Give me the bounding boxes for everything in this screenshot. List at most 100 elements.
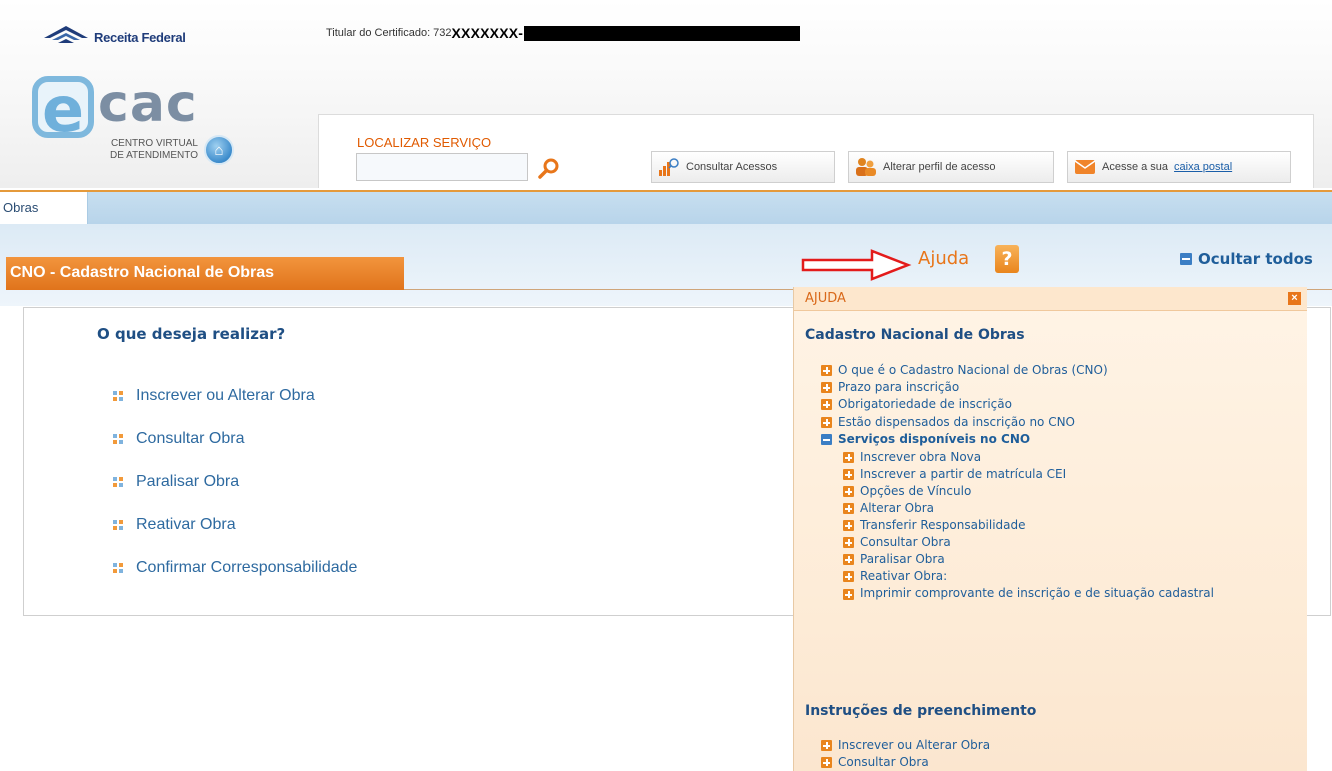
localizar-servico-input[interactable]	[356, 153, 528, 181]
help-subitem[interactable]: Paralisar Obra	[843, 552, 945, 567]
receita-emblem-icon	[44, 26, 88, 43]
plus-icon	[821, 399, 832, 410]
receita-federal-text: Receita Federal	[94, 29, 186, 45]
help-subitem[interactable]: Inscrever obra Nova	[843, 450, 981, 465]
certificate-holder: Titular do Certificado: 732 XXXXXXX-	[326, 25, 801, 41]
help-subitem[interactable]: Consultar Obra	[843, 535, 951, 550]
help-subitem[interactable]: Opções de Vínculo	[843, 484, 971, 499]
help-item[interactable]: Estão dispensados da inscrição no CNO	[821, 415, 1075, 430]
option-inscrever-alterar[interactable]: Inscrever ou Alterar Obra	[113, 387, 315, 405]
plus-icon	[821, 740, 832, 751]
help-item[interactable]: Prazo para inscrição	[821, 380, 959, 395]
plus-icon	[843, 469, 854, 480]
page-title: CNO - Cadastro Nacional de Obras	[6, 257, 404, 290]
home-button[interactable]: ⌂	[204, 135, 234, 165]
consultar-acessos-button[interactable]: Consultar Acessos	[651, 151, 835, 183]
help-section-cadastro: Cadastro Nacional de Obras	[805, 327, 1025, 343]
help-subitem[interactable]: Inscrever a partir de matrícula CEI	[843, 467, 1066, 482]
plus-icon	[821, 382, 832, 393]
option-confirmar-corresponsabilidade[interactable]: Confirmar Corresponsabilidade	[113, 559, 357, 577]
bullet-squares-icon	[113, 562, 124, 574]
help-subitem-label: Consultar Obra	[860, 535, 951, 549]
option-label: Consultar Obra	[136, 430, 245, 447]
help-item[interactable]: Inscrever ou Alterar Obra	[821, 738, 990, 753]
menu-bar: Obras	[0, 190, 1332, 224]
plus-icon	[821, 365, 832, 376]
help-item-label: O que é o Cadastro Nacional de Obras (CN…	[838, 363, 1108, 377]
help-item-label: Inscrever ou Alterar Obra	[838, 738, 991, 752]
help-subitem-label: Inscrever obra Nova	[860, 450, 982, 464]
caixa-postal-link[interactable]: caixa postal	[1174, 161, 1232, 173]
ecac-cac-text: cac	[98, 74, 198, 134]
cert-redaction-bar	[524, 25, 801, 41]
option-label: Paralisar Obra	[136, 473, 240, 490]
option-paralisar[interactable]: Paralisar Obra	[113, 473, 239, 491]
help-title: AJUDA	[805, 291, 846, 306]
ecac-subtitle: CENTRO VIRTUAL DE ATENDIMENTO	[98, 138, 198, 162]
help-item-expanded[interactable]: Serviços disponíveis no CNO	[821, 432, 1030, 447]
plus-icon	[843, 503, 854, 514]
help-subitem-label: Opções de Vínculo	[860, 484, 972, 498]
bullet-squares-icon	[113, 433, 124, 445]
help-panel: AJUDA × Cadastro Nacional de Obras O que…	[793, 287, 1307, 771]
ecac-subtitle-line2: DE ATENDIMENTO	[110, 150, 198, 161]
help-item-label: Obrigatoriedade de inscrição	[838, 397, 1012, 411]
localizar-servico-label: LOCALIZAR SERVIÇO	[357, 135, 492, 150]
plus-icon	[843, 452, 854, 463]
chart-search-icon	[659, 158, 679, 176]
mail-icon	[1074, 160, 1096, 174]
help-subitem[interactable]: Alterar Obra	[843, 501, 934, 516]
cert-mask: XXXXXXX-	[451, 25, 524, 41]
help-item[interactable]: Consultar Obra	[821, 755, 929, 770]
help-subitem-label: Transferir Responsabilidade	[860, 518, 1026, 532]
alterar-perfil-button[interactable]: Alterar perfil de acesso	[848, 151, 1054, 183]
ocultar-todos-label: Ocultar todos	[1198, 250, 1313, 268]
home-icon: ⌂	[214, 141, 224, 159]
plus-icon	[821, 417, 832, 428]
help-subitem[interactable]: Reativar Obra:	[843, 569, 947, 584]
help-subitem[interactable]: Transferir Responsabilidade	[843, 518, 1026, 533]
caixa-postal-prefix: Acesse a sua	[1102, 161, 1169, 173]
help-subitem-label: Reativar Obra:	[860, 569, 948, 583]
plus-icon	[843, 571, 854, 582]
plus-icon	[843, 537, 854, 548]
help-subitem-label: Alterar Obra	[860, 501, 935, 515]
help-subitem-label: Paralisar Obra	[860, 552, 945, 566]
help-item-label: Estão dispensados da inscrição no CNO	[838, 415, 1075, 429]
collapse-icon	[1180, 253, 1192, 265]
help-subitem[interactable]: Imprimir comprovante de inscrição e de s…	[843, 586, 1233, 601]
question-heading: O que deseja realizar?	[97, 325, 286, 343]
ajuda-link[interactable]: Ajuda	[918, 248, 969, 269]
help-section-instrucoes: Instruções de preenchimento	[805, 703, 1037, 719]
ecac-e-box: e	[32, 73, 94, 146]
plus-icon	[821, 757, 832, 768]
help-item[interactable]: O que é o Cadastro Nacional de Obras (CN…	[821, 363, 1108, 378]
plus-icon	[843, 589, 854, 600]
ocultar-todos-toggle[interactable]: Ocultar todos	[1180, 250, 1313, 268]
header: Receita Federal Titular do Certificado: …	[0, 0, 1332, 188]
help-subitem-label: Inscrever a partir de matrícula CEI	[860, 467, 1067, 481]
option-label: Inscrever ou Alterar Obra	[136, 387, 315, 404]
help-subitem-label: Imprimir comprovante de inscrição e de s…	[860, 586, 1214, 600]
option-consultar[interactable]: Consultar Obra	[113, 430, 245, 448]
arrow-annotation-icon	[801, 249, 912, 281]
help-item[interactable]: Obrigatoriedade de inscrição	[821, 397, 1012, 412]
search-icon[interactable]	[537, 157, 561, 181]
help-item-label: Consultar Obra	[838, 755, 929, 769]
help-question-icon[interactable]: ?	[995, 245, 1019, 273]
bullet-squares-icon	[113, 476, 124, 488]
menu-item-obras[interactable]: Obras	[0, 192, 88, 224]
option-label: Reativar Obra	[136, 516, 236, 533]
help-header: AJUDA ×	[794, 287, 1307, 311]
cert-number: 732	[433, 27, 452, 39]
receita-federal-logo[interactable]: Receita Federal	[42, 24, 186, 50]
minus-icon	[821, 434, 832, 445]
option-reativar[interactable]: Reativar Obra	[113, 516, 236, 534]
caixa-postal-button[interactable]: Acesse a sua caixa postal	[1067, 151, 1291, 183]
plus-icon	[843, 520, 854, 531]
ecac-logo[interactable]: e cac CENTRO VIRTUAL DE ATENDIMENTO	[32, 73, 222, 176]
ecac-e-letter: e	[42, 73, 85, 146]
plus-icon	[843, 554, 854, 565]
close-icon[interactable]: ×	[1288, 292, 1301, 305]
help-item-label: Prazo para inscrição	[838, 380, 960, 394]
